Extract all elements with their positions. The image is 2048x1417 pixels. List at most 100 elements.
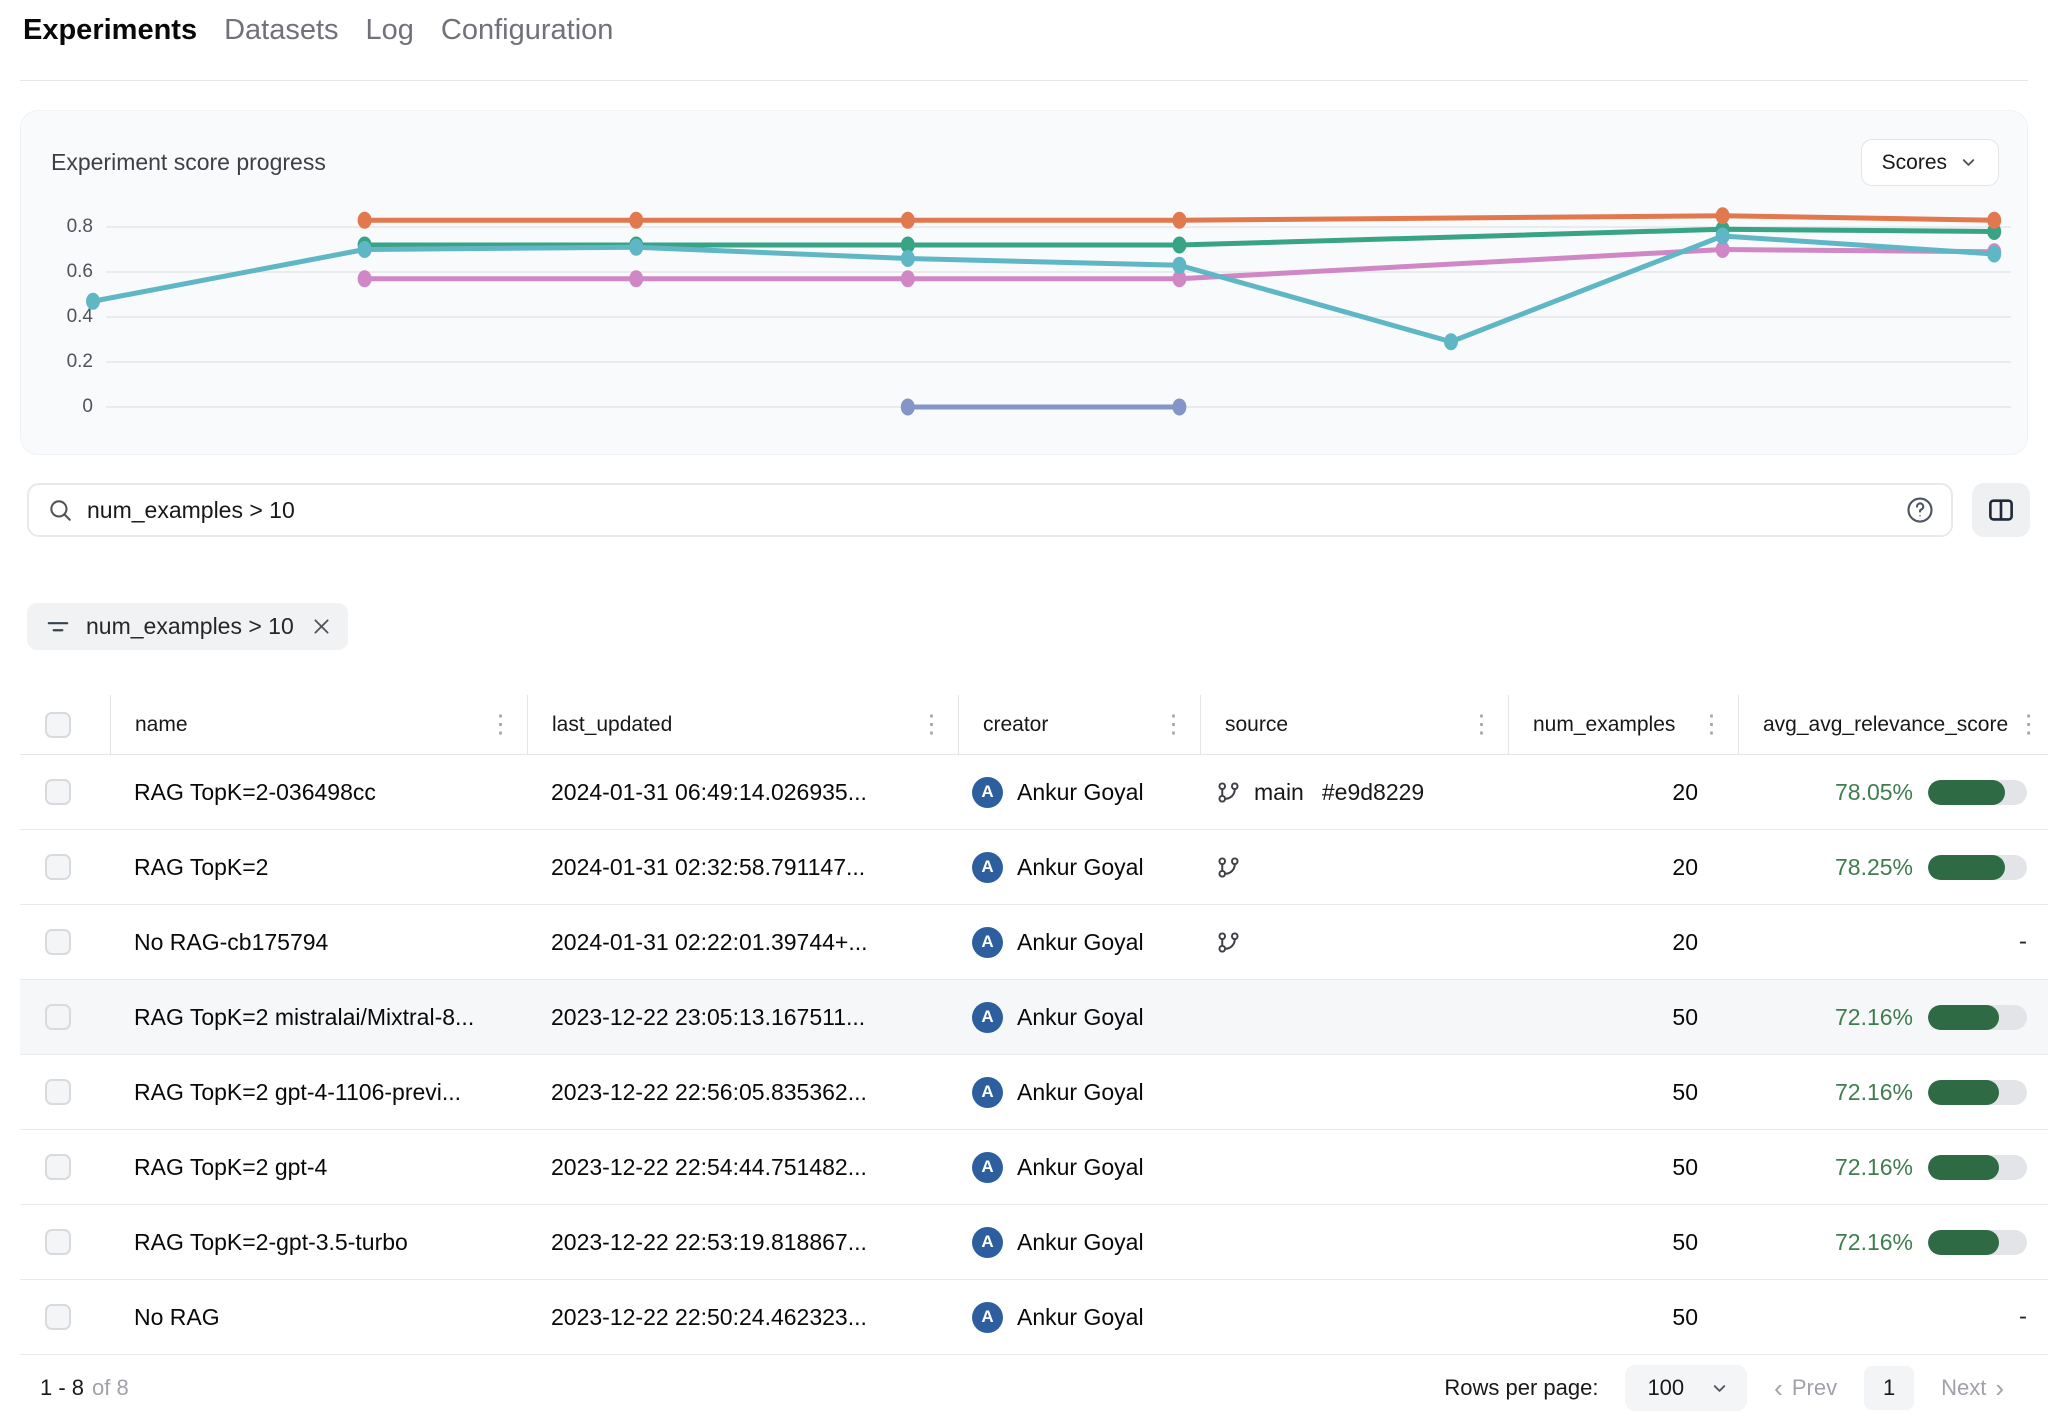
table-row[interactable]: RAG TopK=2 mistralai/Mixtral-8... 2023-1… [20,980,2048,1055]
column-menu-icon[interactable]: ⋮ [1691,712,1724,737]
chart-title: Experiment score progress [51,149,326,176]
close-icon[interactable] [311,616,332,637]
y-axis-tick-label: 0.6 [67,261,93,282]
data-point-score-pink [358,270,372,287]
table-row[interactable]: RAG TopK=2 gpt-4-1106-previ... 2023-12-2… [20,1055,2048,1130]
nav-divider [20,80,2028,81]
top-nav: Experiments Datasets Log Configuration [23,14,613,47]
data-point-score-teal [86,293,100,310]
filter-icon [45,614,71,640]
score-value: 72.16% [1835,1229,1913,1256]
scores-dropdown[interactable]: Scores [1861,139,1999,186]
next-page-button[interactable]: Next › [1941,1375,2004,1401]
table-row[interactable]: RAG TopK=2-gpt-3.5-turbo 2023-12-22 22:5… [20,1205,2048,1280]
data-point-score-orange [358,212,372,229]
creator-name: Ankur Goyal [1017,1304,1144,1331]
table-row[interactable]: No RAG 2023-12-22 22:50:24.462323... A A… [20,1280,2048,1355]
data-point-score-teal [901,250,915,267]
tab-log[interactable]: Log [366,14,414,47]
source-cell [1200,855,1508,880]
creator-name: Ankur Goyal [1017,854,1144,881]
tab-datasets[interactable]: Datasets [224,14,338,47]
row-checkbox-cell [20,854,110,880]
table-row[interactable]: RAG TopK=2-036498cc 2024-01-31 06:49:14.… [20,755,2048,830]
data-point-score-teal [1172,257,1186,274]
data-point-score-teal [1987,246,2001,263]
data-point-score-purple [1172,399,1186,416]
table-row[interactable]: No RAG-cb175794 2024-01-31 02:22:01.3974… [20,905,2048,980]
experiment-name: No RAG-cb175794 [110,929,527,956]
experiment-name: RAG TopK=2 gpt-4-1106-previ... [110,1079,527,1106]
score-bar-fill [1928,1155,1999,1180]
score-bar-fill [1928,1005,1999,1030]
help-icon[interactable] [1905,495,1935,525]
last-updated-value: 2024-01-31 02:22:01.39744+... [527,929,958,956]
creator-cell: A Ankur Goyal [958,1002,1200,1033]
relevance-score-cell: 78.25% [1738,854,2048,881]
avatar: A [972,852,1003,883]
column-menu-icon[interactable]: ⋮ [1461,712,1494,737]
score-bar [1928,780,2027,805]
tab-experiments[interactable]: Experiments [23,14,197,47]
score-bar-fill [1928,1230,1999,1255]
avatar: A [972,1002,1003,1033]
table-row[interactable]: RAG TopK=2 gpt-4 2023-12-22 22:54:44.751… [20,1130,2048,1205]
row-checkbox[interactable] [45,1229,71,1255]
score-value: 78.25% [1835,854,1913,881]
column-menu-icon[interactable]: ⋮ [1153,712,1186,737]
score-value: 78.05% [1835,779,1913,806]
experiment-name: RAG TopK=2-036498cc [110,779,527,806]
table-row[interactable]: RAG TopK=2 2024-01-31 02:32:58.791147...… [20,830,2048,905]
row-checkbox[interactable] [45,1079,71,1105]
score-bar [1928,1230,2027,1255]
tab-configuration[interactable]: Configuration [441,14,614,47]
git-branch-icon [1216,855,1241,880]
filter-chip[interactable]: num_examples > 10 [27,603,348,650]
current-page-button[interactable]: 1 [1864,1366,1914,1410]
num-examples-value: 50 [1508,1079,1738,1106]
column-menu-icon[interactable]: ⋮ [480,712,513,737]
creator-name: Ankur Goyal [1017,779,1144,806]
score-value: 72.16% [1835,1079,1913,1106]
row-checkbox[interactable] [45,1154,71,1180]
creator-name: Ankur Goyal [1017,1079,1144,1106]
relevance-score-cell: 72.16% [1738,1004,2048,1031]
page-size-select[interactable]: 100 [1625,1365,1747,1411]
prev-page-button[interactable]: ‹ Prev [1774,1375,1837,1401]
chevron-left-icon: ‹ [1774,1375,1783,1401]
row-checkbox[interactable] [45,1004,71,1030]
data-point-score-orange [901,212,915,229]
row-checkbox[interactable] [45,1304,71,1330]
column-menu-icon[interactable]: ⋮ [2008,712,2041,737]
last-updated-value: 2024-01-31 06:49:14.026935... [527,779,958,806]
search-icon [47,497,73,523]
last-updated-value: 2024-01-31 02:32:58.791147... [527,854,958,881]
row-checkbox[interactable] [45,929,71,955]
row-checkbox-cell [20,1004,110,1030]
toggle-panel-button[interactable] [1972,483,2030,537]
row-checkbox-cell [20,1229,110,1255]
chevron-down-icon [1710,1379,1729,1398]
rows-per-page-label: Rows per page: [1444,1375,1598,1401]
last-updated-value: 2023-12-22 22:54:44.751482... [527,1154,958,1181]
data-point-score-green [1172,237,1186,254]
row-checkbox-cell [20,1079,110,1105]
creator-cell: A Ankur Goyal [958,927,1200,958]
experiment-name: RAG TopK=2 gpt-4 [110,1154,527,1181]
row-checkbox-cell [20,1154,110,1180]
y-axis-tick-label: 0.8 [67,216,93,237]
avatar: A [972,777,1003,808]
chevron-right-icon: › [1995,1375,2004,1401]
search-input[interactable] [87,497,1891,524]
relevance-score-cell: 78.05% [1738,779,2048,806]
row-checkbox[interactable] [45,779,71,805]
row-checkbox[interactable] [45,854,71,880]
score-empty-dash: - [2019,928,2027,956]
score-value: 72.16% [1835,1004,1913,1031]
score-bar [1928,855,2027,880]
row-checkbox-cell [20,779,110,805]
score-bar-fill [1928,780,2005,805]
column-menu-icon[interactable]: ⋮ [911,712,944,737]
row-checkbox-cell [20,1304,110,1330]
select-all-checkbox[interactable] [45,712,71,738]
